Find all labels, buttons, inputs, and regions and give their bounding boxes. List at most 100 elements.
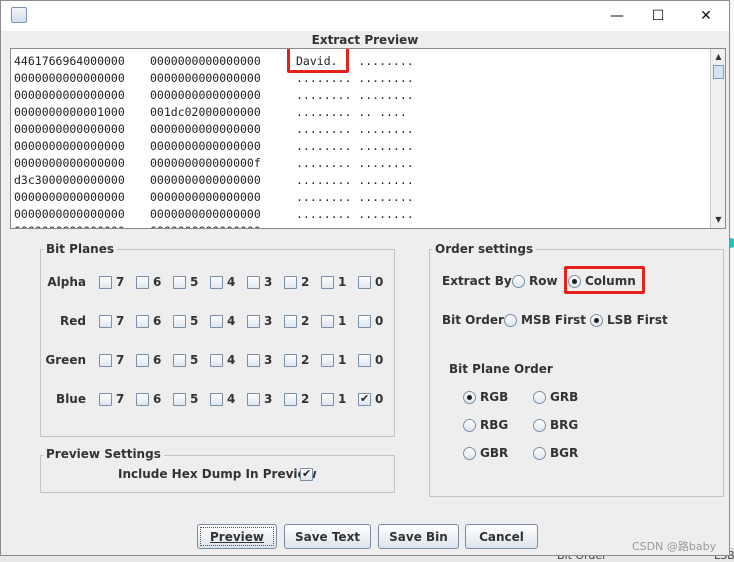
- green-bit-4-checkbox[interactable]: [210, 354, 223, 367]
- bit-number-label: 5: [190, 314, 199, 328]
- scroll-up-icon[interactable]: ▲: [711, 49, 725, 64]
- blue-bit-6-checkbox[interactable]: [136, 393, 149, 406]
- save-bin-button[interactable]: Save Bin: [378, 524, 459, 549]
- bit-planes-label: Bit Planes: [43, 242, 118, 256]
- red-bit-3-checkbox[interactable]: [247, 315, 260, 328]
- blue-bit-3-checkbox[interactable]: [247, 393, 260, 406]
- alpha-bit-3-checkbox[interactable]: [247, 276, 260, 289]
- red-bit-1-checkbox[interactable]: [321, 315, 334, 328]
- plane-order-rbg-radio[interactable]: [463, 419, 476, 432]
- alpha-bit-5-checkbox[interactable]: [173, 276, 186, 289]
- extract-by-row-label[interactable]: Row: [529, 274, 558, 288]
- hex-offset-cell: 0000000000000000: [14, 139, 125, 153]
- preview-vertical-scrollbar[interactable]: ▲ ▼: [710, 49, 725, 228]
- close-icon[interactable]: ✕: [684, 1, 728, 31]
- plane-order-bgr-label[interactable]: BGR: [550, 446, 578, 460]
- green-bit-6-checkbox[interactable]: [136, 354, 149, 367]
- plane-order-rbg-label[interactable]: RBG: [480, 418, 508, 432]
- save-text-button[interactable]: Save Text: [284, 524, 371, 549]
- david-highlight-box: [287, 49, 349, 73]
- bit-plane-order-label: Bit Plane Order: [449, 362, 553, 376]
- alpha-bit-7-checkbox[interactable]: [99, 276, 112, 289]
- extract-preview-textarea[interactable]: 4461766964000000 0000000000000000 David. .…: [10, 48, 726, 229]
- hex-offset-cell: d3c3000000000000: [14, 173, 125, 187]
- plane-order-grb-label[interactable]: GRB: [550, 390, 578, 404]
- hex-offset-cell: 0000000000000000: [14, 71, 125, 85]
- hex-offset-cell: 0000000000001000: [14, 105, 125, 119]
- bit-number-label: 5: [190, 392, 199, 406]
- hex-bytes-cell: 001dc02000000000: [150, 105, 261, 119]
- ascii-cell: ........ ........: [296, 122, 414, 136]
- red-bit-2-checkbox[interactable]: [284, 315, 297, 328]
- green-bit-0-checkbox[interactable]: [358, 354, 371, 367]
- red-bit-4-checkbox[interactable]: [210, 315, 223, 328]
- green-bit-2-checkbox[interactable]: [284, 354, 297, 367]
- plane-order-brg-label[interactable]: BRG: [550, 418, 578, 432]
- lsb-first-radio[interactable]: [590, 314, 603, 327]
- plane-order-gbr-label[interactable]: GBR: [480, 446, 508, 460]
- plane-order-grb-radio[interactable]: [533, 391, 546, 404]
- scroll-thumb[interactable]: [713, 65, 724, 79]
- blue-bit-1-checkbox[interactable]: [321, 393, 334, 406]
- ascii-cell: ........ ........: [296, 88, 414, 102]
- alpha-bit-1-checkbox[interactable]: [321, 276, 334, 289]
- bit-number-label: 7: [116, 392, 125, 406]
- extract-by-row-radio[interactable]: [512, 275, 525, 288]
- red-bit-7-checkbox[interactable]: [99, 315, 112, 328]
- hex-offset-cell: 0000000000000000: [14, 122, 125, 136]
- blue-bit-5-checkbox[interactable]: [173, 393, 186, 406]
- bit-number-label: 2: [301, 392, 310, 406]
- maximize-icon[interactable]: ☐: [636, 1, 680, 31]
- lsb-first-label[interactable]: LSB First: [607, 313, 668, 327]
- minimize-icon[interactable]: —: [595, 1, 639, 31]
- hex-bytes-cell: 0000000000000000: [150, 71, 261, 85]
- red-bit-0-checkbox[interactable]: [358, 315, 371, 328]
- blue-bit-4-checkbox[interactable]: [210, 393, 223, 406]
- bit-number-label: 6: [153, 314, 162, 328]
- hex-bytes-cell: 000000000000000f: [150, 156, 261, 170]
- hex-offset-cell: 0000000000000000: [14, 223, 150, 228]
- red-bit-5-checkbox[interactable]: [173, 315, 186, 328]
- green-bit-5-checkbox[interactable]: [173, 354, 186, 367]
- scroll-down-icon[interactable]: ▼: [711, 212, 725, 227]
- bit-number-label: 7: [116, 353, 125, 367]
- green-bit-1-checkbox[interactable]: [321, 354, 334, 367]
- plane-order-gbr-radio[interactable]: [463, 447, 476, 460]
- bit-number-label: 5: [190, 275, 199, 289]
- preview-settings-label: Preview Settings: [43, 447, 164, 461]
- preview-button[interactable]: Preview: [197, 524, 277, 549]
- bit-number-label: 4: [227, 353, 236, 367]
- hex-offset-cell: 0000000000000000: [14, 156, 125, 170]
- cancel-button[interactable]: Cancel: [465, 524, 538, 549]
- alpha-bit-0-checkbox[interactable]: [358, 276, 371, 289]
- plane-order-brg-radio[interactable]: [533, 419, 546, 432]
- java-app-icon: [11, 7, 27, 23]
- blue-bit-0-checkbox[interactable]: [358, 392, 371, 406]
- hex-offset-cell: 4461766964000000: [14, 54, 125, 68]
- red-bit-6-checkbox[interactable]: [136, 315, 149, 328]
- ascii-cell: ........ ........: [296, 173, 414, 187]
- msb-first-radio[interactable]: [504, 314, 517, 327]
- alpha-bit-2-checkbox[interactable]: [284, 276, 297, 289]
- plane-order-bgr-radio[interactable]: [533, 447, 546, 460]
- bit-number-label: 1: [338, 314, 347, 328]
- blue-bit-2-checkbox[interactable]: [284, 393, 297, 406]
- extract-preview-dialog: — ☐ ✕ Extract Preview 4461766964000000 00…: [0, 0, 730, 556]
- alpha-bit-4-checkbox[interactable]: [210, 276, 223, 289]
- green-bit-3-checkbox[interactable]: [247, 354, 260, 367]
- msb-first-label[interactable]: MSB First: [521, 313, 586, 327]
- bit-plane-row-label-green: Green: [45, 353, 86, 367]
- hex-row: 0000000000000000 0000000000000000........…: [14, 206, 704, 223]
- hex-bytes-cell: 0000000000000000: [150, 122, 261, 136]
- bit-order-label: Bit Order: [442, 313, 504, 327]
- alpha-bit-6-checkbox[interactable]: [136, 276, 149, 289]
- bit-number-label: 2: [301, 314, 310, 328]
- green-bit-7-checkbox[interactable]: [99, 354, 112, 367]
- bit-number-label: 0: [375, 275, 384, 289]
- plane-order-rgb-label[interactable]: RGB: [480, 390, 508, 404]
- blue-bit-7-checkbox[interactable]: [99, 393, 112, 406]
- include-hex-checkbox[interactable]: [300, 467, 313, 481]
- ascii-cell: ........ ........: [296, 207, 414, 221]
- ascii-cell: ........ .. ....: [296, 105, 407, 119]
- plane-order-rgb-radio[interactable]: [463, 391, 476, 404]
